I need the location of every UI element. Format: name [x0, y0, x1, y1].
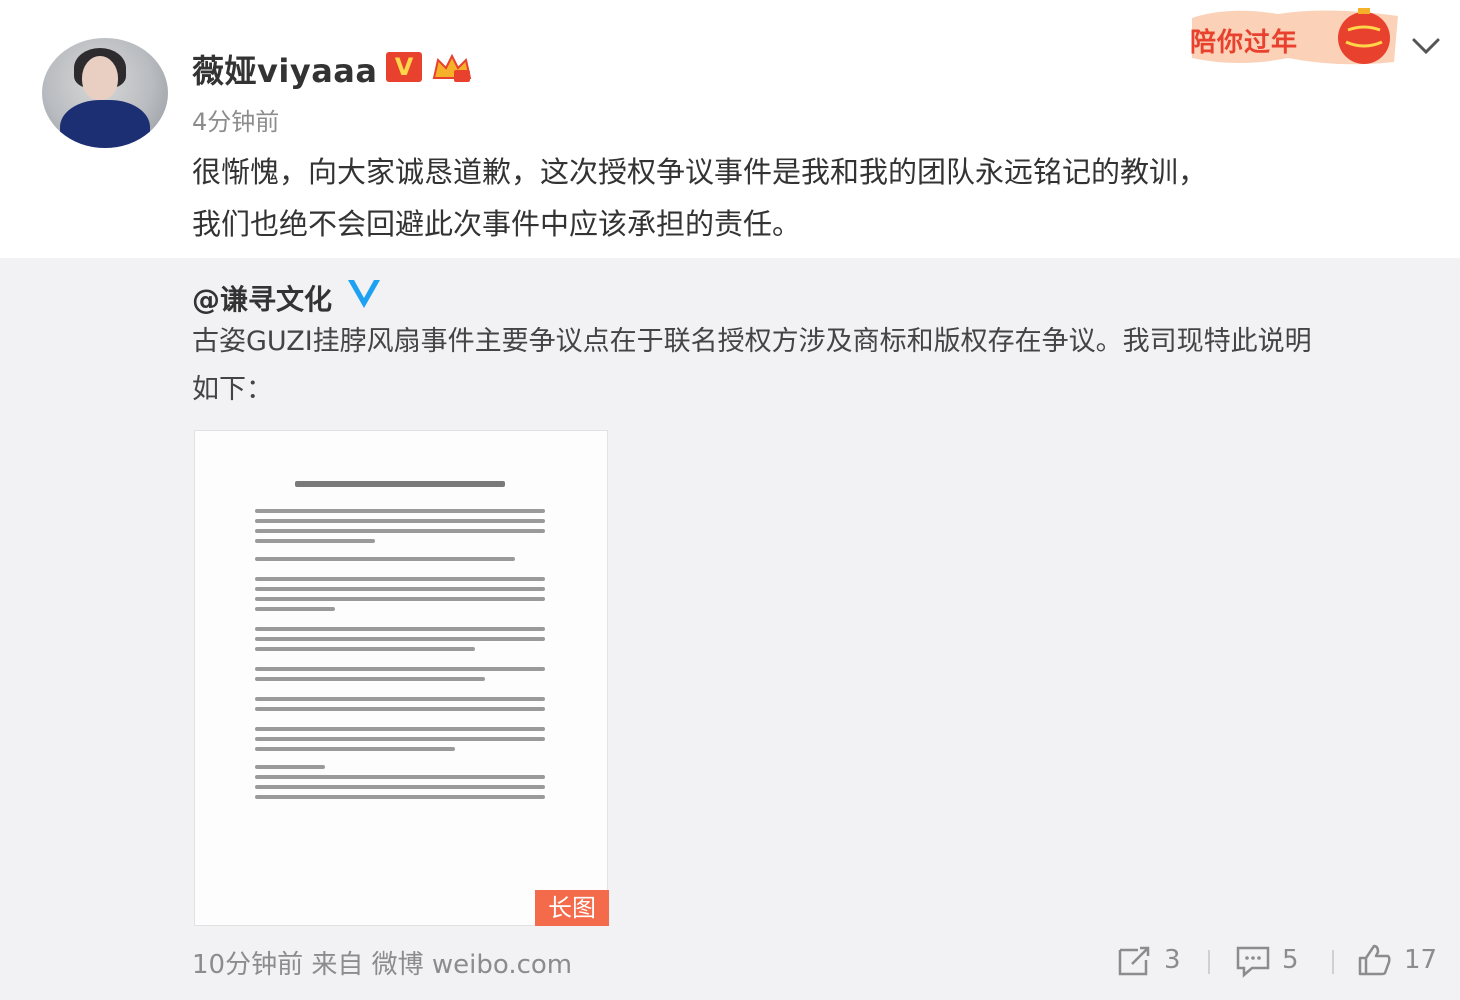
- post-username[interactable]: 薇娅viyaaa: [192, 46, 377, 92]
- repost-icon: [1118, 946, 1150, 976]
- post-text-line: 很惭愧，向大家诚恳道歉，这次授权争议事件是我和我的团队永远铭记的教训，: [192, 155, 1208, 189]
- post-text: 很惭愧，向大家诚恳道歉，这次授权争议事件是我和我的团队永远铭记的教训， 我们也绝…: [192, 146, 1422, 250]
- repost-author-link[interactable]: @谦寻文化: [192, 278, 332, 318]
- like-count: 17: [1404, 945, 1438, 975]
- post-text-line: 我们也绝不会回避此次事件中应该承担的责任。: [192, 207, 802, 241]
- like-icon: [1358, 944, 1391, 976]
- like-button[interactable]: 17: [1356, 940, 1437, 980]
- repost-text-line: 如下：: [192, 374, 273, 405]
- long-image-tag: 长图: [535, 890, 609, 926]
- blue-v-icon: [348, 280, 380, 308]
- repost-text-line: 古姿GUZI挂脖风扇事件主要争议点在于联名授权方涉及商标和版权存在争议。我司现特…: [192, 326, 1312, 357]
- repost-count: 3: [1164, 945, 1181, 975]
- document-image[interactable]: [194, 430, 608, 926]
- avatar[interactable]: [42, 38, 168, 148]
- divider: [1208, 950, 1210, 974]
- comment-button[interactable]: 5: [1234, 940, 1299, 980]
- comment-icon: [1236, 946, 1270, 978]
- new-year-banner-text: 陪你过年: [1190, 28, 1299, 58]
- repost-button[interactable]: 3: [1116, 940, 1181, 980]
- verified-badge-icon: V: [386, 52, 422, 82]
- comment-count: 5: [1282, 945, 1299, 975]
- chevron-down-icon[interactable]: [1408, 32, 1444, 60]
- post-timestamp[interactable]: 4分钟前: [192, 102, 279, 137]
- repost-text: 古姿GUZI挂脖风扇事件主要争议点在于联名授权方涉及商标和版权存在争议。我司现特…: [192, 318, 1442, 414]
- doc-title-scribble: [295, 481, 505, 487]
- repost-source-meta[interactable]: 10分钟前 来自 微博 weibo.com: [192, 944, 572, 981]
- divider: [1332, 950, 1334, 974]
- crown-level-icon: [432, 53, 472, 82]
